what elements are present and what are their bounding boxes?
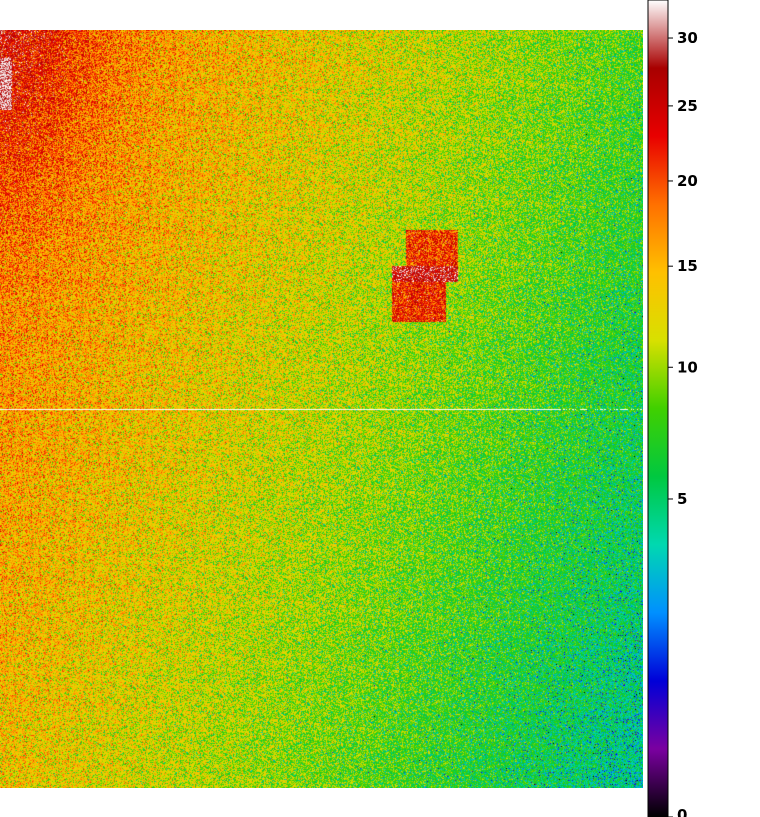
colorbar-tick-label: 0 xyxy=(677,806,687,817)
colorbar-tick-label: 10 xyxy=(677,358,698,376)
heatmap-figure: 0 5 10 15 20 25 30 xyxy=(0,0,760,817)
colorbar-tick-label: 25 xyxy=(677,97,698,115)
colorbar xyxy=(647,0,669,817)
colorbar-tick-label: 15 xyxy=(677,257,698,275)
colorbar-tick-label: 5 xyxy=(677,490,687,508)
colorbar-tick-label: 20 xyxy=(677,172,698,190)
heatmap-canvas xyxy=(0,30,643,788)
image-plot-area xyxy=(0,30,643,788)
colorbar-tick-label: 30 xyxy=(677,29,698,47)
